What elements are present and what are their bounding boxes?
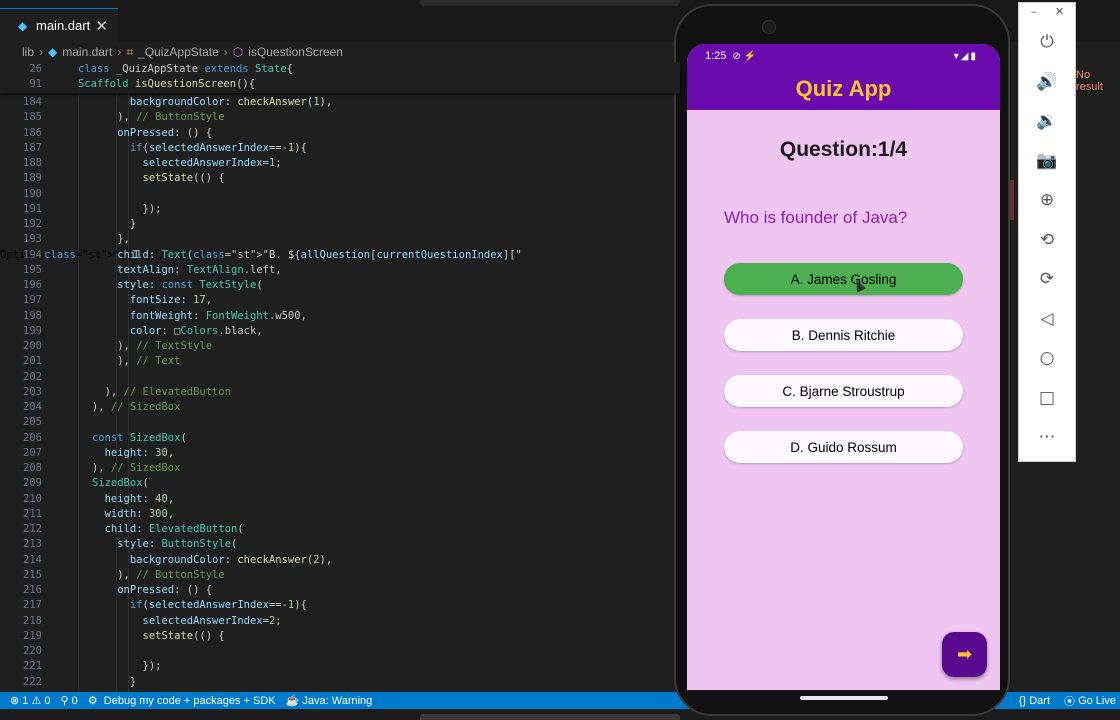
tab-label: main.dart [36,18,91,33]
phone-status-bar: 1:25 ⊘ ⚡ ▾◢▮ [687,44,1000,68]
back-icon[interactable]: ◁ [1035,307,1059,331]
next-question-button[interactable]: ➡ [942,632,987,677]
error-icon: ⊗ [10,695,20,707]
debug-mode[interactable]: ⚙ Debug my code + packages + SDK [87,694,276,708]
volume-down-icon[interactable]: 🔉 [1035,109,1059,133]
close-icon[interactable]: ✕ [1055,5,1064,18]
problems-indicator[interactable]: ⊗ 1 ⚠ 0 [10,694,51,708]
breadcrumb-file[interactable]: main.dart [62,45,112,59]
ports-indicator[interactable]: ⚲ 0 [60,694,78,708]
answer-option-a[interactable]: A. James Gosling [724,263,963,295]
braces-icon: {} [1018,694,1027,707]
zoom-icon[interactable]: ⊕ [1035,188,1059,212]
go-live-label: Go Live [1078,694,1116,707]
java-icon: ☕ [285,695,300,707]
arrow-forward-icon: ➡ [956,644,973,665]
volume-up-icon[interactable]: 🔊 [1035,70,1059,94]
question-count: Question:1/4 [779,138,908,161]
app-bar: Quiz App [687,68,1000,110]
code-line[interactable]: 194 child: Text(class="st">"B. ${allQues… [0,248,522,263]
java-status[interactable]: ☕ Java: Warning [285,694,373,708]
debug-label: Debug my code + packages + SDK [103,694,276,707]
answer-option-b[interactable]: B. Dennis Ritchie [724,319,963,351]
camera-icon [762,20,776,34]
warning-icon: ⚠ [31,695,42,707]
warning-count: 0 [44,694,51,707]
go-live-button[interactable]: ⦿ Go Live [1064,693,1116,709]
more-icon[interactable]: ⋯ [1035,425,1059,449]
breadcrumb-class[interactable]: _QuizAppState [138,45,219,59]
home-icon[interactable]: ○ [1035,346,1059,370]
language-label: Dart [1029,694,1051,707]
app-title: Quiz App [795,76,892,101]
rotate-right-icon[interactable]: ⟳ [1035,267,1059,291]
language-mode[interactable]: {} Dart [1019,693,1050,709]
question-text: Who is founder of Java? [724,208,908,227]
breadcrumb-folder[interactable]: lib [22,45,34,59]
close-icon[interactable]: ✕ [95,17,108,35]
method-icon: ⬡ [232,45,244,59]
tab-main-dart[interactable]: ◆ main.dart ✕ [0,8,118,42]
dart-file-icon: ◆ [48,45,58,59]
debug-icon: ⚙ [87,695,98,707]
scrollbar-marker[interactable] [1010,180,1014,220]
breadcrumb-method[interactable]: isQuestionScreen [248,45,343,59]
camera-icon[interactable]: 📷 [1035,149,1059,173]
overview-icon[interactable]: □ [1035,386,1059,410]
gesture-nav-pill[interactable] [800,696,888,700]
rotate-left-icon[interactable]: ⟲ [1035,228,1059,252]
phone-time: 1:25 [705,50,727,62]
chevron-right-icon: › [39,45,44,59]
answer-option-c[interactable]: C. Bjarne Stroustrup [724,375,963,407]
java-label: Java: Warning [302,694,373,707]
side-hint: No result [1076,69,1103,93]
emulator-toolbar: – ✕ ⏻ 🔊 🔉 📷 ⊕ ⟲ ⟳ ◁ ○ □ ⋯ [1018,2,1076,462]
minimize-icon[interactable]: – [1031,5,1037,18]
power-icon[interactable]: ⏻ [1035,30,1059,54]
dart-file-icon: ◆ [18,18,28,33]
chevron-right-icon: › [223,45,228,59]
class-icon: ⌗ [126,44,134,59]
sticky-scroll-header[interactable]: 26 class _QuizAppState extends State{91 Sc… [0,62,680,93]
error-count: 1 [22,694,29,707]
title-strip [420,0,680,6]
notification-icon: ⊘ ⚡ [732,50,757,62]
ports-icon: ⚲ [60,695,69,707]
system-status-icons: ▾◢▮ [953,50,978,62]
desktop: ◆ main.dart ✕ lib › ◆ main.dart › ⌗ _Qui… [0,0,1120,720]
broadcast-icon: ⦿ [1064,695,1076,708]
answer-option-d[interactable]: D. Guido Rossum [724,431,963,463]
taskbar-pill [420,714,680,720]
phone-emulator: 1:25 ⊘ ⚡ ▾◢▮ Quiz App Question:1/4 Who i… [674,4,1010,716]
chevron-right-icon: › [117,45,122,59]
phone-screen: 1:25 ⊘ ⚡ ▾◢▮ Quiz App Question:1/4 Who i… [687,44,1000,690]
ports-count: 0 [71,694,78,707]
